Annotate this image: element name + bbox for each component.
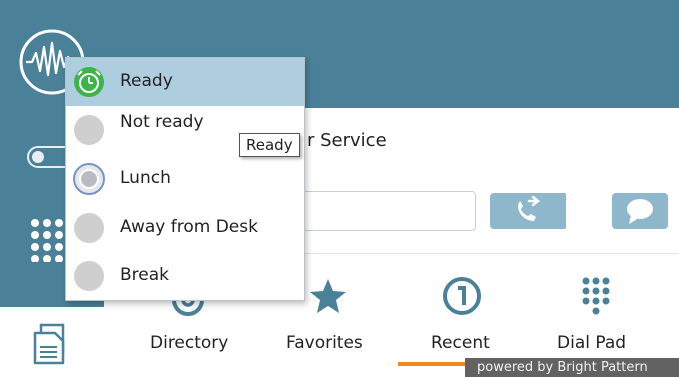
dialpad-icon[interactable]: [581, 276, 619, 316]
nav-dial-pad[interactable]: Dial Pad: [557, 333, 626, 353]
powered-by-footer: powered by Bright Pattern: [465, 358, 679, 377]
toggle-knob: [32, 151, 44, 163]
green-clock-icon: [74, 67, 104, 97]
status-item-ready[interactable]: Ready: [66, 58, 304, 106]
gray-circle-icon: [74, 115, 104, 145]
status-item-label: Away from Desk: [120, 217, 258, 237]
lunch-circle-icon: [73, 163, 105, 195]
status-item-lunch[interactable]: Lunch: [66, 155, 304, 203]
status-menu: Ready Not ready Lunch Away from Desk Bre…: [65, 57, 305, 301]
gray-circle-icon: [74, 261, 104, 291]
chat-bubble-icon: [627, 199, 653, 224]
nav-favorites[interactable]: Favorites: [286, 333, 363, 353]
nav-recent[interactable]: Recent: [431, 333, 490, 353]
status-item-label: Not ready: [120, 112, 204, 132]
status-item-label: Lunch: [120, 168, 171, 188]
call-button-divider: [566, 193, 568, 229]
star-icon[interactable]: [308, 277, 348, 315]
chat-button[interactable]: [612, 193, 668, 229]
nav-directory[interactable]: Directory: [150, 333, 228, 353]
status-item-label: Ready: [120, 71, 173, 91]
status-item-away-from-desk[interactable]: Away from Desk: [66, 204, 304, 252]
ready-tooltip: Ready: [239, 133, 300, 157]
apps-grid-icon[interactable]: [30, 218, 70, 262]
status-item-break[interactable]: Break: [66, 252, 304, 300]
call-button[interactable]: [490, 193, 568, 229]
status-item-label: Break: [120, 265, 169, 285]
phone-call-icon: [518, 195, 541, 221]
service-label: r Service: [307, 130, 387, 151]
gray-circle-icon: [74, 213, 104, 243]
chevron-down-icon[interactable]: [575, 207, 589, 215]
document-icon: [33, 323, 65, 365]
recent-icon[interactable]: [441, 275, 483, 317]
documents-tab[interactable]: [0, 307, 104, 377]
